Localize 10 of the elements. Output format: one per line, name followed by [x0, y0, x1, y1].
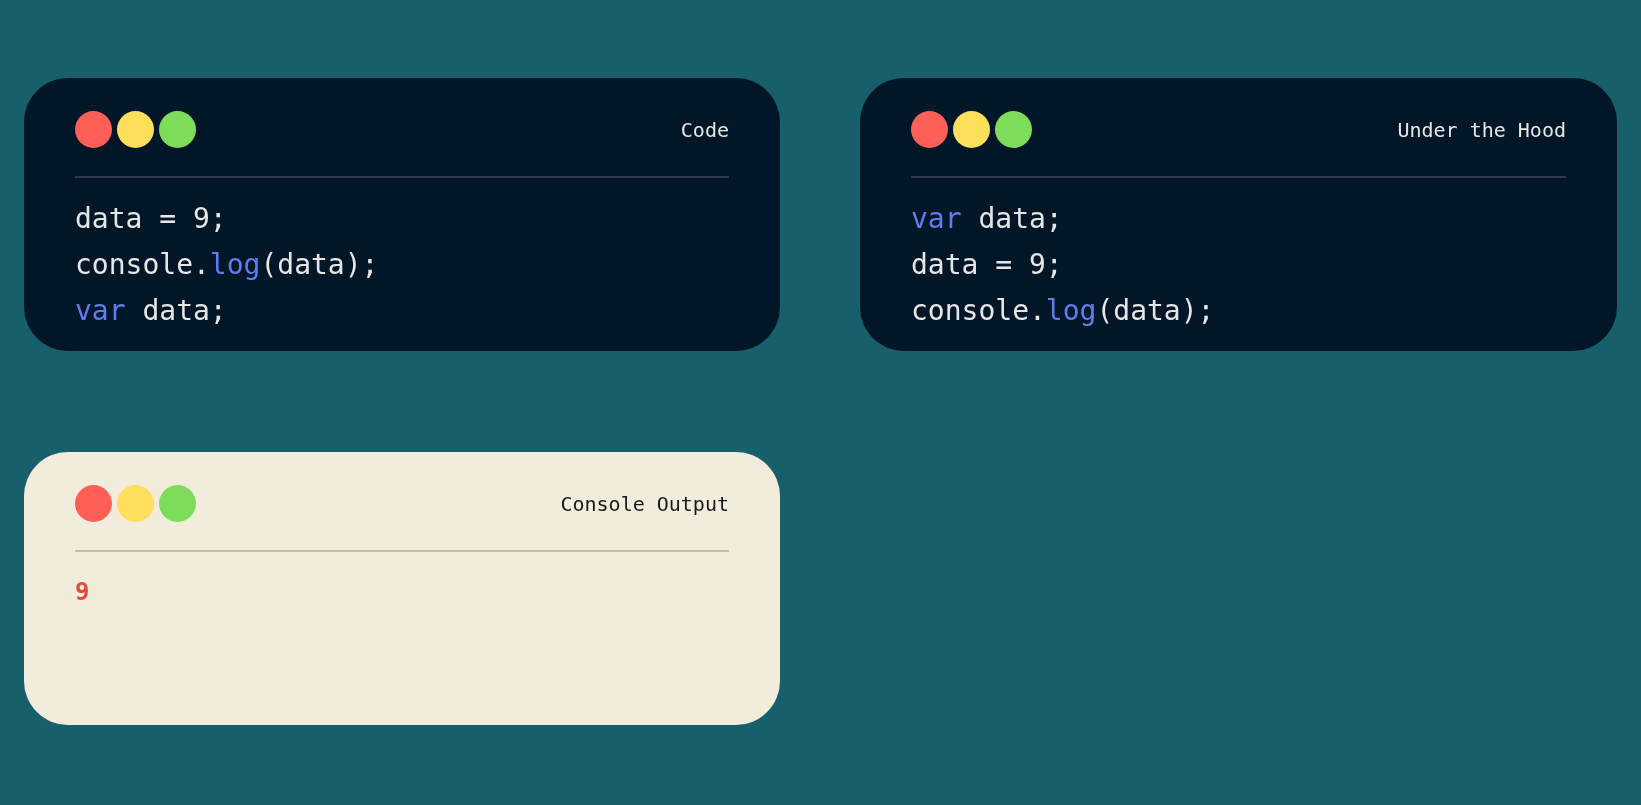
window-title: Console Output	[560, 490, 729, 518]
code-line: console.log(data);	[75, 247, 380, 283]
code-line: var data;	[911, 201, 1064, 237]
console-output: 9	[75, 577, 91, 608]
code-line: data = 9;	[911, 247, 1064, 283]
window-title: Under the Hood	[1397, 116, 1566, 144]
window-title: Code	[680, 116, 729, 144]
code-line: var data;	[75, 293, 228, 329]
code-line: data = 9;	[75, 201, 228, 237]
code-line: console.log(data);	[911, 293, 1216, 329]
